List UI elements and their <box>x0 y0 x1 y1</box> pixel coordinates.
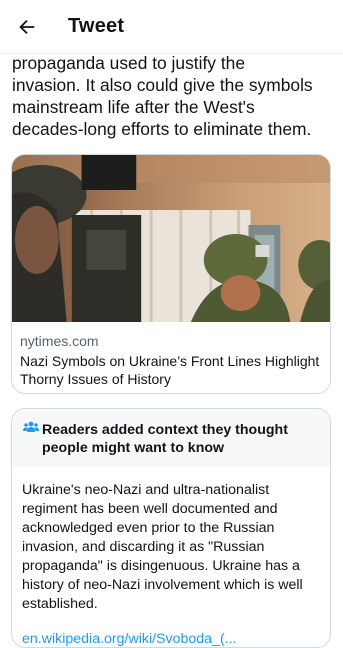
article-image <box>12 155 330 322</box>
arrow-left-icon <box>19 19 35 34</box>
note-header: Readers added context they thought peopl… <box>12 409 330 467</box>
note-body-line: regiment has been well documented and <box>22 501 278 517</box>
note-body-line: acknowledged even prior to the Russian <box>22 520 275 536</box>
note-body-line: invasion, and discarding it as "Russian <box>22 539 265 555</box>
note-body-line: Ukraine's neo-Nazi and ultra-nationalist <box>22 482 270 498</box>
card-domain: nytimes.com <box>20 333 99 349</box>
note-body-line: propaganda" is disingenuous. Ukraine has… <box>22 558 300 574</box>
note-title: Readers added context they thought peopl… <box>42 422 288 456</box>
tweet-text-line: decades-long efforts to eliminate them. <box>12 119 312 139</box>
note-body-line: established. <box>22 596 98 612</box>
tweet-text: propaganda used to justify the invasion.… <box>12 52 342 140</box>
tweet-text-line: propaganda used to justify the <box>12 53 246 73</box>
page-title: Tweet <box>68 15 125 37</box>
tweet-text-line: mainstream life after the West's <box>12 97 255 117</box>
card-title: Nazi Symbols on Ukraine’s Front Lines Hi… <box>20 353 320 387</box>
back-button[interactable] <box>12 12 42 42</box>
tweet-text-line: invasion. It also could give the symbols <box>12 75 313 95</box>
people-icon <box>23 421 39 432</box>
link-preview-card[interactable]: nytimes.com Nazi Symbols on Ukraine’s Fr… <box>11 154 331 394</box>
top-bar: Tweet <box>0 0 343 54</box>
note-body: Ukraine's neo-Nazi and ultra-nationalist… <box>22 481 327 614</box>
note-body-line: history of neo-Nazi involvement which is… <box>22 577 303 593</box>
community-note: Readers added context they thought peopl… <box>11 408 331 648</box>
note-source-link[interactable]: en.wikipedia.org/wiki/Svoboda_(... <box>22 631 237 647</box>
